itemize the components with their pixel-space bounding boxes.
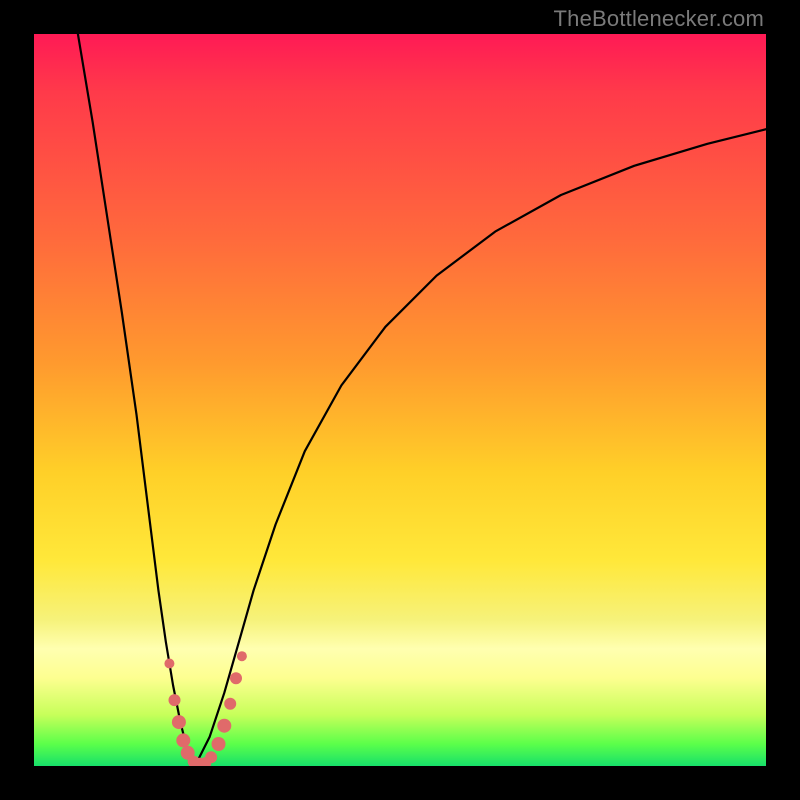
marker-point bbox=[237, 651, 247, 661]
plot-area bbox=[34, 34, 766, 766]
marker-point bbox=[217, 719, 231, 733]
curves-layer bbox=[34, 34, 766, 766]
chart-frame: TheBottlenecker.com bbox=[0, 0, 800, 800]
curve-left-branch bbox=[78, 34, 195, 766]
marker-point bbox=[169, 694, 181, 706]
curve-right-branch bbox=[195, 129, 766, 766]
marker-point bbox=[176, 733, 190, 747]
watermark-text: TheBottlenecker.com bbox=[554, 6, 764, 32]
marker-point bbox=[212, 737, 226, 751]
marker-point bbox=[172, 715, 186, 729]
marker-point bbox=[230, 672, 242, 684]
marker-point bbox=[224, 698, 236, 710]
marker-point bbox=[205, 751, 217, 763]
marker-point bbox=[164, 659, 174, 669]
